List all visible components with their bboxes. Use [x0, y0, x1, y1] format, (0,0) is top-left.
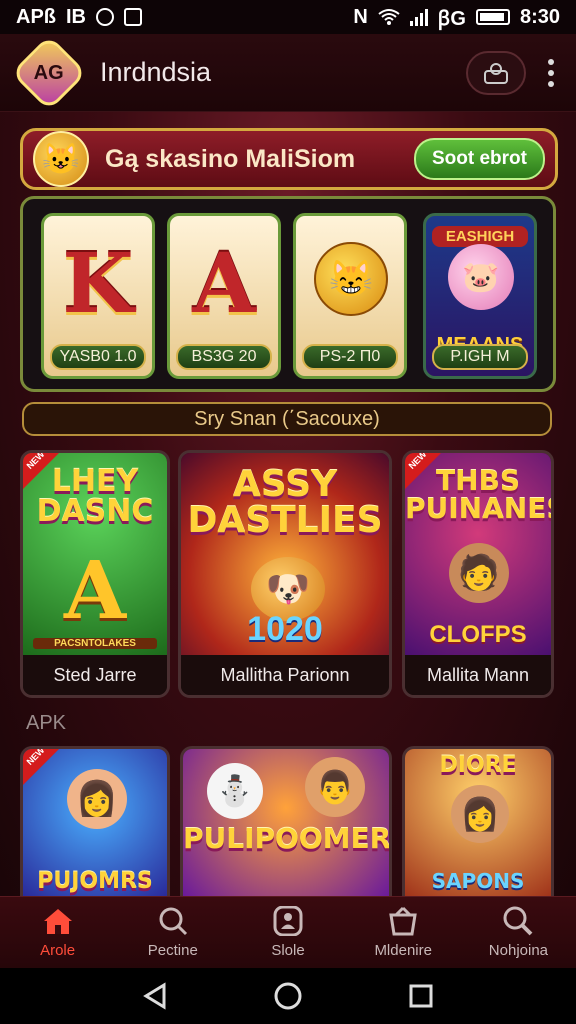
clock-icon	[96, 8, 114, 26]
promo-button[interactable]: Soot ebrot	[414, 138, 545, 180]
game-art-title: DIORE	[439, 753, 517, 778]
status-extra: ꞵG	[437, 7, 466, 30]
image-icon	[124, 8, 142, 26]
nav-label: Slole	[271, 942, 305, 959]
status-text-left-2: IB	[66, 5, 86, 28]
game-art: ⛄ 👨 PULIPOOMERS	[183, 749, 389, 896]
game-card-2[interactable]: ASSY DASTLIES 🐶 1020 Mallitha Parionn	[178, 450, 392, 698]
game-art-title: ASSY DASTLIES	[181, 467, 389, 539]
reel-bet: YASB0 1.0	[50, 344, 146, 370]
reel-1[interactable]: K YASB0 1.0	[41, 213, 155, 379]
reel-bet: P.IGH M	[432, 344, 528, 370]
reel-symbol: A	[192, 236, 256, 332]
nav-item-nohjoina[interactable]: Nohjoina	[461, 897, 576, 968]
profile-icon	[484, 62, 508, 84]
back-icon[interactable]	[142, 982, 168, 1010]
new-tag: NEW	[23, 749, 59, 785]
nav-item-slole[interactable]: Slole	[230, 897, 345, 968]
new-tag: NEW	[23, 453, 59, 489]
game-art-title-line: ASSY	[232, 464, 338, 505]
search-refresh-icon	[156, 906, 190, 936]
game-art-subtitle: PACSNTOLAKES	[33, 638, 157, 649]
app-title: Inrdndsia	[100, 57, 212, 87]
player-avatar-icon: 👩	[67, 769, 127, 829]
game-card-3[interactable]: THBS PUINANES 🧑 CLOFPS NEW Mallita Mann	[402, 450, 554, 698]
recents-icon[interactable]	[408, 983, 434, 1009]
status-bar: APß IB N ꞵG 8:30	[0, 0, 576, 34]
game-art-title: PUJOMRS	[37, 869, 153, 894]
game-art-symbol: A	[63, 543, 127, 637]
cat-face-icon: 😸	[314, 242, 388, 316]
mascot-icon: 😺	[33, 131, 89, 187]
nav-item-mldenire[interactable]: Mldenire	[346, 897, 461, 968]
game-art-subtitle: SAPONS	[431, 869, 525, 893]
profile-button[interactable]	[466, 50, 526, 95]
promo-text: Gą skasino MaliSiom	[105, 144, 356, 173]
game-art: DIORE 👩 SAPONS	[405, 749, 551, 896]
signal-icon	[409, 8, 428, 26]
new-tag: NEW	[405, 453, 441, 489]
app-header: AG Inrdndsia	[0, 34, 576, 112]
network-indicator: N	[353, 5, 368, 28]
section-label: APK	[26, 712, 67, 734]
wifi-icon	[378, 9, 400, 25]
new-tag-text: NEW	[406, 450, 429, 471]
nav-item-home[interactable]: Arole	[0, 897, 115, 968]
nav-label: Pectine	[147, 942, 198, 959]
bucket-icon	[386, 906, 420, 936]
slot-reels: K YASB0 1.0 A BS3G 20 😸 PS-2 Π0 EASHIGH …	[20, 196, 556, 392]
user-icon	[271, 906, 305, 936]
reel-2[interactable]: A BS3G 20	[167, 213, 281, 379]
search-icon	[501, 906, 535, 936]
game-card-5[interactable]: ⛄ 👨 PULIPOOMERS	[180, 746, 392, 896]
game-art: ASSY DASTLIES 🐶 1020	[181, 453, 389, 655]
home-icon	[41, 906, 75, 936]
mascot-avatar-icon: ⛄	[207, 763, 263, 819]
game-art-title-line: PUINANES	[405, 492, 554, 525]
game-art-title-line: DASNC	[36, 494, 154, 529]
nav-label: Arole	[40, 942, 76, 959]
nav-label: Mldenire	[374, 942, 432, 959]
nav-item-pectine[interactable]: Pectine	[115, 897, 230, 968]
app-logo[interactable]: AG	[10, 34, 88, 111]
game-card-1[interactable]: LHEY DASNC A PACSNTOLAKES NEW Sted Jarre	[20, 450, 170, 698]
bottom-navigation: Arole Pectine Slole Mldenire Nohjoina	[0, 896, 576, 968]
player-avatar-icon: 👨	[305, 757, 365, 817]
game-card-6[interactable]: DIORE 👩 SAPONS	[402, 746, 554, 896]
game-art-title-line: DASTLIES	[187, 500, 383, 541]
reel-bet: PS-2 Π0	[302, 344, 398, 370]
game-label: Sted Jarre	[23, 655, 167, 695]
new-tag-text: NEW	[24, 746, 47, 767]
reel-4[interactable]: EASHIGH 🐷 MEAANS P.IGH M	[423, 213, 537, 379]
game-label: Mallita Mann	[405, 655, 551, 695]
status-time: 8:30	[519, 5, 560, 28]
reel-3[interactable]: 😸 PS-2 Π0	[293, 213, 407, 379]
game-art-subtitle: 1020	[247, 610, 323, 648]
game-art-title: PULIPOOMERS	[183, 822, 392, 855]
overflow-menu-icon[interactable]	[548, 58, 554, 87]
spin-bar[interactable]: Sry Snan (΄Sacouxe)	[22, 402, 552, 436]
system-navigation	[0, 968, 576, 1024]
player-avatar-icon: 🧑	[449, 543, 509, 603]
game-label: Mallitha Parionn	[181, 655, 389, 695]
new-tag-text: NEW	[24, 450, 47, 471]
game-card-4[interactable]: 👩 PUJOMRS NEW	[20, 746, 170, 896]
status-text-left: APß	[16, 5, 56, 28]
game-art-subtitle: CLOFPS	[429, 621, 527, 648]
logo-mark: AG	[34, 61, 64, 83]
battery-icon	[475, 9, 510, 25]
promo-banner[interactable]: 😺 Gą skasino MaliSiom Soot ebrot	[20, 128, 558, 190]
home-circle-icon[interactable]	[273, 981, 303, 1011]
player-avatar-icon: 👩	[451, 785, 509, 843]
pig-face-icon: 🐷	[448, 244, 514, 310]
reel-bet: BS3G 20	[176, 344, 272, 370]
reel-symbol: K	[62, 236, 134, 332]
nav-label: Nohjoina	[488, 942, 549, 959]
